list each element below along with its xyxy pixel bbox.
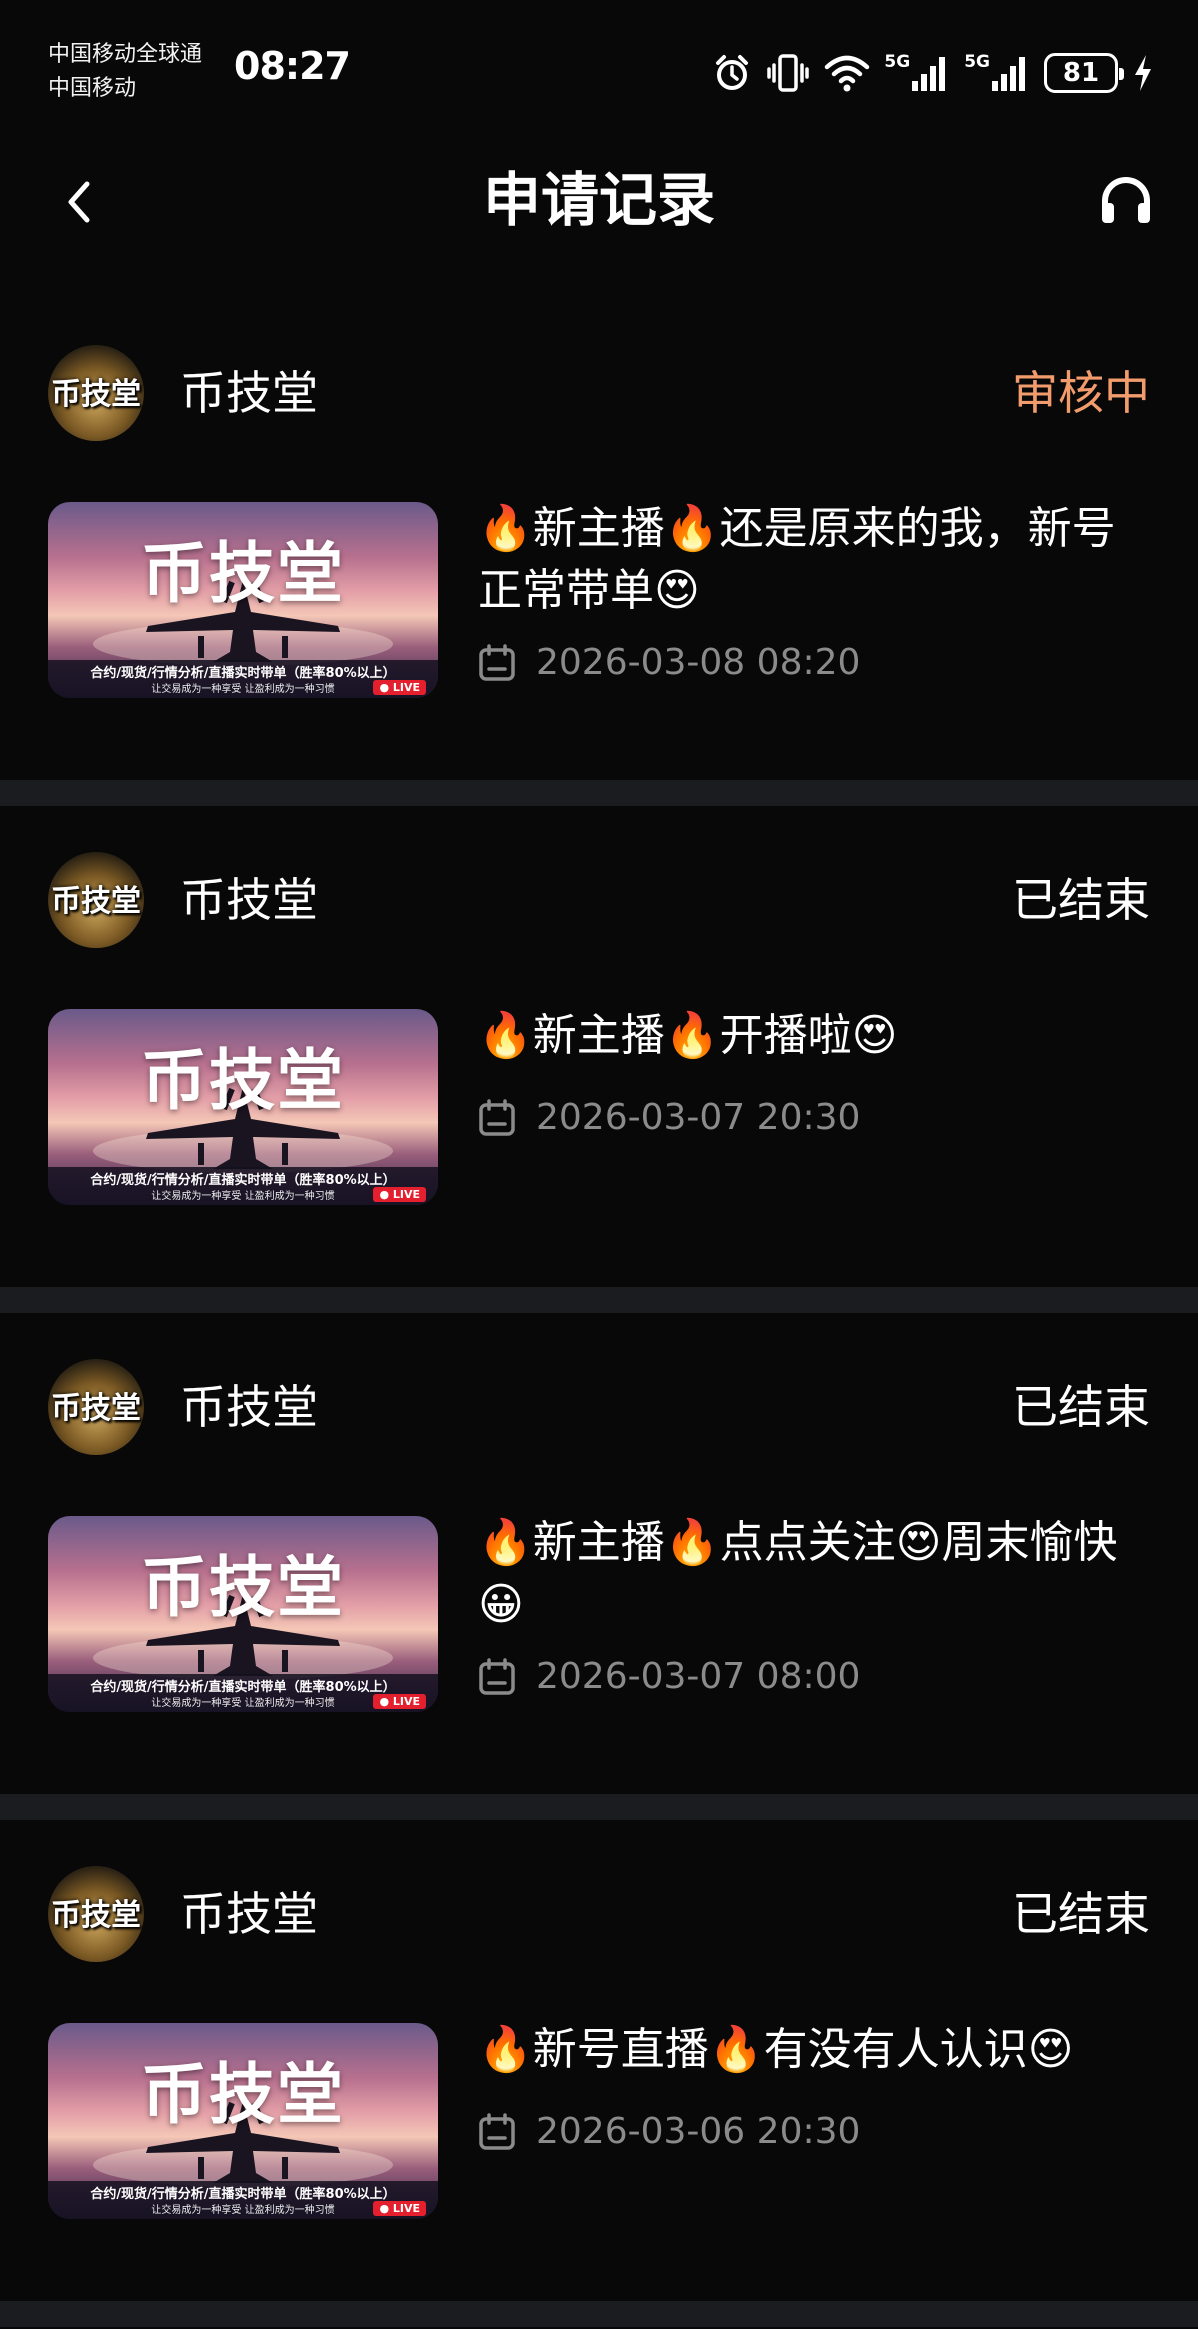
card-divider	[0, 1287, 1198, 1313]
schedule-time-text: 2026-03-06 20:30	[536, 2111, 861, 2152]
live-title[interactable]: 🔥新主播🔥点点关注😍周末愉快😀	[478, 1512, 1158, 1636]
record-status: 审核中	[1012, 366, 1150, 420]
calendar-icon	[479, 1658, 515, 1695]
network-type-label: 5G	[964, 52, 990, 72]
record-card[interactable]: 币技堂 币技堂 已结束 币技堂 合约/现货/行情分析/直播实时带单（胜率80%以…	[0, 1314, 1198, 1822]
live-title[interactable]: 🔥新号直播🔥有没有人认识😍	[478, 2019, 1158, 2081]
record-card[interactable]: 币技堂 币技堂 已结束 币技堂 合约/现货/行情分析/直播实时带单（胜率80%以…	[0, 1821, 1198, 2329]
cover-subtitle: 合约/现货/行情分析/直播实时带单（胜率80%以上）	[90, 1173, 396, 1188]
channel-name[interactable]: 币技堂	[180, 1374, 318, 1440]
cover-subtitle: 合约/现货/行情分析/直播实时带单（胜率80%以上）	[90, 1680, 396, 1695]
network-type-label: 5G	[884, 52, 911, 72]
schedule-time: 2026-03-06 20:30	[478, 2107, 860, 2157]
avatar-logo-text: 币技堂	[51, 1898, 141, 1933]
live-cover-thumbnail[interactable]: 币技堂 合约/现货/行情分析/直播实时带单（胜率80%以上） 让交易成为一种享受…	[48, 2023, 438, 2219]
card-divider	[0, 780, 1198, 806]
live-badge: ● LIVE	[373, 1187, 426, 1202]
wifi-icon	[824, 53, 870, 93]
live-cover-thumbnail[interactable]: 币技堂 合约/现货/行情分析/直播实时带单（胜率80%以上） 让交易成为一种享受…	[48, 1009, 438, 1205]
avatar-logo-text: 币技堂	[51, 1391, 141, 1426]
channel-avatar[interactable]: 币技堂	[48, 1359, 144, 1455]
vibrate-icon	[766, 53, 810, 93]
signal-icon: 5G	[884, 53, 950, 93]
status-clock: 08:27	[234, 44, 351, 88]
battery-level: 81	[1062, 58, 1100, 88]
signal-icon: 5G	[964, 53, 1030, 93]
cover-title: 币技堂	[141, 1549, 345, 1626]
live-title[interactable]: 🔥新主播🔥还是原来的我，新号正常带单😍	[478, 498, 1158, 622]
record-card[interactable]: 币技堂 币技堂 审核中 币技堂 合约/现货/行情分析/直播实时带单（胜率80%以…	[0, 300, 1198, 808]
charging-icon	[1132, 53, 1154, 93]
calendar-icon	[479, 1099, 515, 1136]
carrier-secondary: 中国移动	[48, 76, 137, 101]
cover-subtitle: 合约/现货/行情分析/直播实时带单（胜率80%以上）	[90, 2187, 396, 2202]
cover-title: 币技堂	[141, 1042, 345, 1119]
nav-bar: 申请记录	[0, 140, 1198, 260]
cover-subtitle: 合约/现货/行情分析/直播实时带单（胜率80%以上）	[90, 666, 396, 681]
record-status: 已结束	[1012, 1380, 1150, 1434]
battery-icon: 81	[1044, 53, 1124, 93]
avatar-logo-text: 币技堂	[51, 884, 141, 919]
live-title[interactable]: 🔥新主播🔥开播啦😍	[478, 1005, 1158, 1067]
calendar-icon	[479, 2113, 515, 2150]
channel-avatar[interactable]: 币技堂	[48, 1866, 144, 1962]
channel-name[interactable]: 币技堂	[180, 360, 318, 426]
live-cover-thumbnail[interactable]: 币技堂 合约/现货/行情分析/直播实时带单（胜率80%以上） 让交易成为一种享受…	[48, 1516, 438, 1712]
card-divider	[0, 2301, 1198, 2327]
schedule-time: 2026-03-07 20:30	[478, 1093, 860, 1143]
calendar-icon	[479, 644, 515, 681]
record-status: 已结束	[1012, 1887, 1150, 1941]
schedule-time-text: 2026-03-07 20:30	[536, 1097, 861, 1138]
schedule-time-text: 2026-03-08 08:20	[536, 642, 861, 683]
cover-title: 币技堂	[141, 2056, 345, 2133]
channel-name[interactable]: 币技堂	[180, 1881, 318, 1947]
alarm-icon	[712, 53, 752, 93]
record-card[interactable]: 币技堂 币技堂 已结束 币技堂 合约/现货/行情分析/直播实时带单（胜率80%以…	[0, 807, 1198, 1315]
channel-avatar[interactable]: 币技堂	[48, 852, 144, 948]
card-divider	[0, 1794, 1198, 1820]
headset-icon	[1102, 177, 1150, 223]
page-title: 申请记录	[482, 166, 715, 234]
schedule-time: 2026-03-08 08:20	[478, 638, 860, 688]
live-cover-thumbnail[interactable]: 币技堂 合约/现货/行情分析/直播实时带单（胜率80%以上） 让交易成为一种享受…	[48, 502, 438, 698]
live-badge: ● LIVE	[373, 2201, 426, 2216]
channel-name[interactable]: 币技堂	[180, 867, 318, 933]
carrier-primary: 中国移动全球通	[48, 42, 203, 67]
system-icons: 5G 5G 81	[712, 48, 1154, 98]
status-bar: 中国移动全球通 中国移动 08:27 5G 5G 81	[0, 0, 1198, 140]
avatar-logo-text: 币技堂	[51, 377, 141, 412]
record-status: 已结束	[1012, 873, 1150, 927]
schedule-time: 2026-03-07 08:00	[478, 1652, 860, 1702]
channel-avatar[interactable]: 币技堂	[48, 345, 144, 441]
cover-title: 币技堂	[141, 535, 345, 612]
live-badge: ● LIVE	[373, 680, 426, 695]
customer-service-button[interactable]	[1096, 170, 1156, 230]
schedule-time-text: 2026-03-07 08:00	[536, 1656, 861, 1697]
live-badge: ● LIVE	[373, 1694, 426, 1709]
